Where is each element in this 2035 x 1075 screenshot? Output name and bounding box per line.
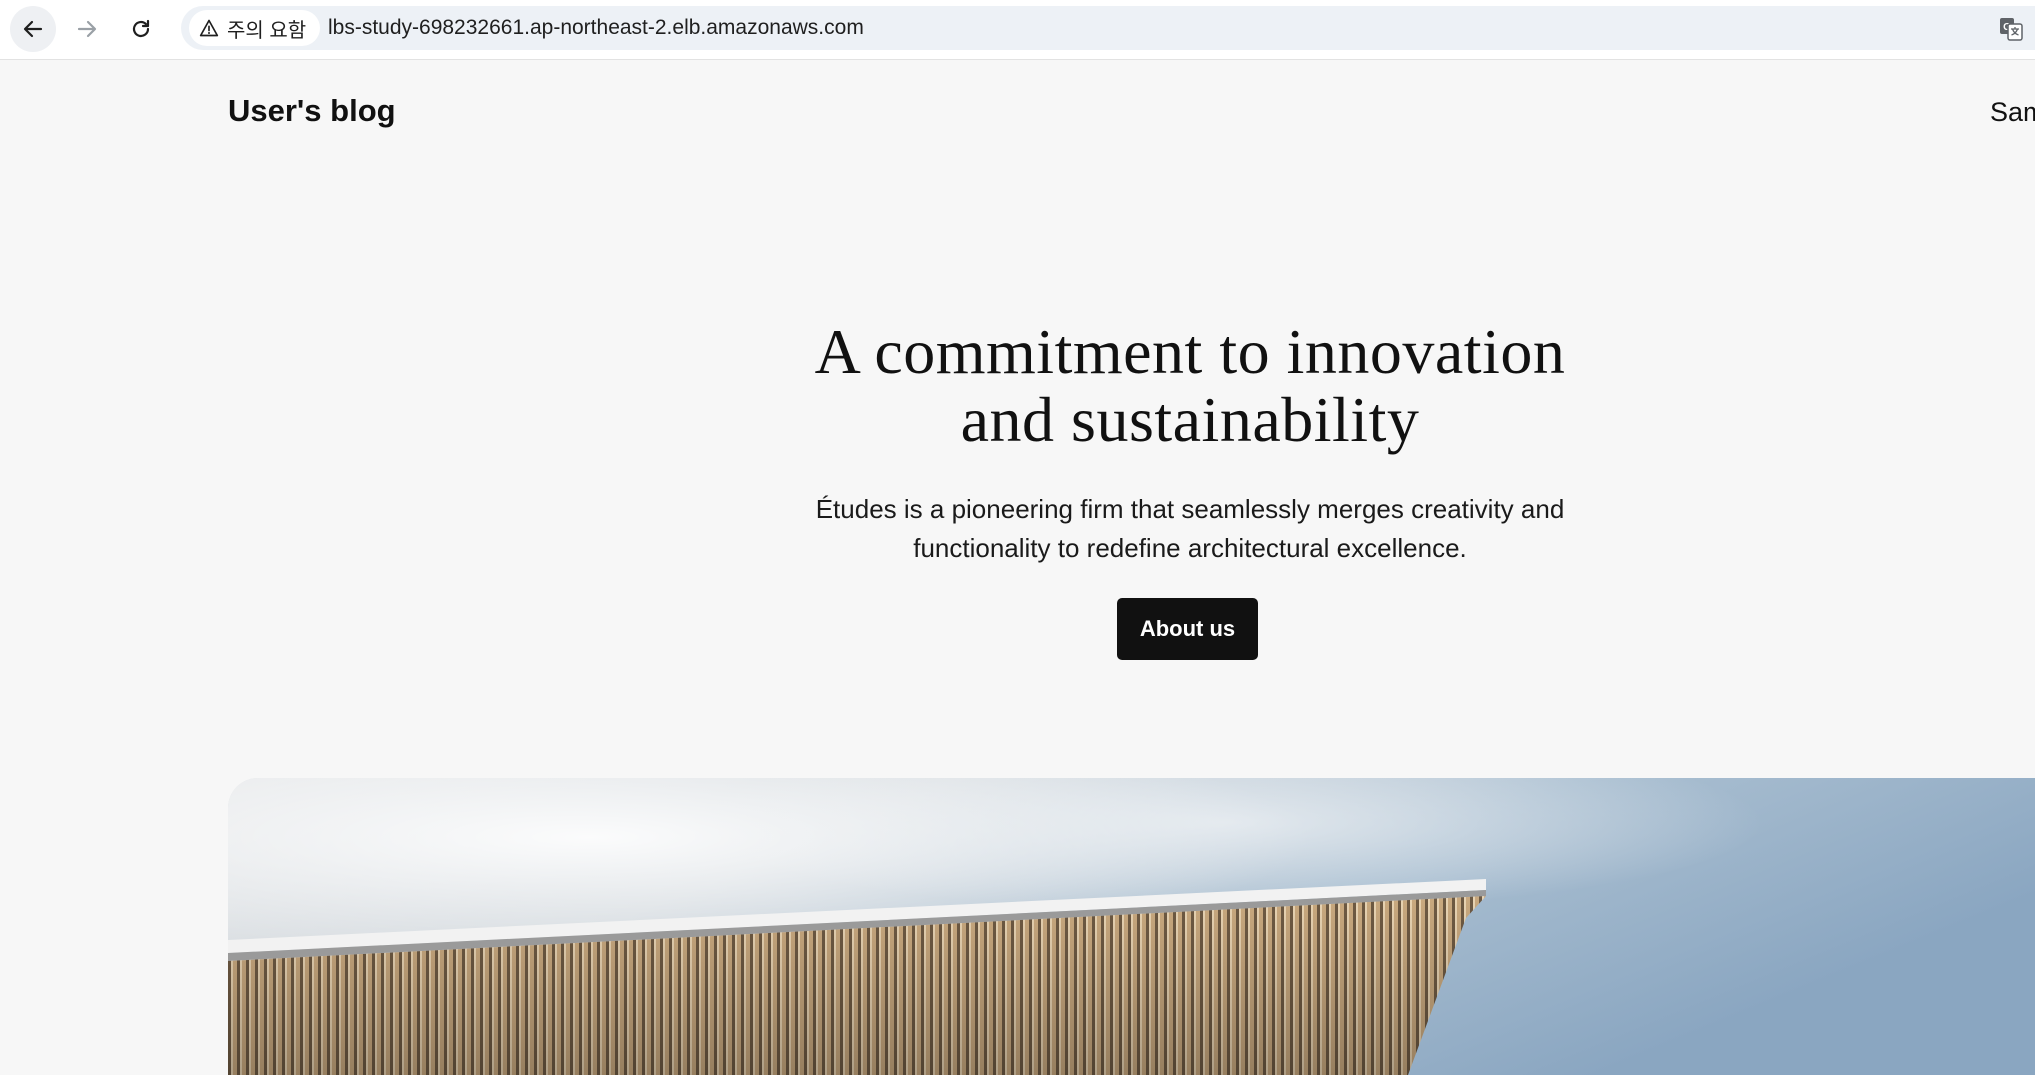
hero-description: Études is a pioneering firm that seamles…	[760, 490, 1620, 568]
translate-icon[interactable]: G	[1999, 17, 2023, 41]
url-text[interactable]: lbs-study-698232661.ap-northeast-2.elb.a…	[328, 6, 864, 50]
address-bar[interactable]: 주의 요함 lbs-study-698232661.ap-northeast-2…	[181, 6, 2035, 50]
about-us-button[interactable]: About us	[1117, 598, 1258, 660]
hero-image	[228, 778, 2035, 1075]
reload-button[interactable]	[118, 6, 164, 52]
warning-triangle-icon	[199, 19, 219, 37]
hero-description-line-1: Études is a pioneering firm that seamles…	[815, 494, 1565, 524]
reload-icon	[132, 19, 150, 38]
back-button[interactable]	[10, 6, 56, 52]
hero-description-line-2: functionality to redefine architectural …	[913, 533, 1467, 563]
arrow-right-icon	[77, 20, 97, 38]
hero-heading: A commitment to innovation and sustainab…	[690, 318, 1690, 454]
security-indicator[interactable]: 주의 요함	[189, 10, 321, 46]
nav-link[interactable]: Sam	[1990, 97, 2035, 128]
arrow-left-icon	[23, 20, 43, 38]
hero-heading-line-1: A commitment to innovation	[814, 316, 1566, 387]
site-title[interactable]: User's blog	[228, 93, 396, 129]
hero-heading-line-2: and sustainability	[960, 384, 1420, 455]
security-label: 주의 요함	[227, 19, 307, 42]
forward-button[interactable]	[64, 6, 110, 52]
browser-toolbar: 주의 요함 lbs-study-698232661.ap-northeast-2…	[0, 0, 2035, 60]
